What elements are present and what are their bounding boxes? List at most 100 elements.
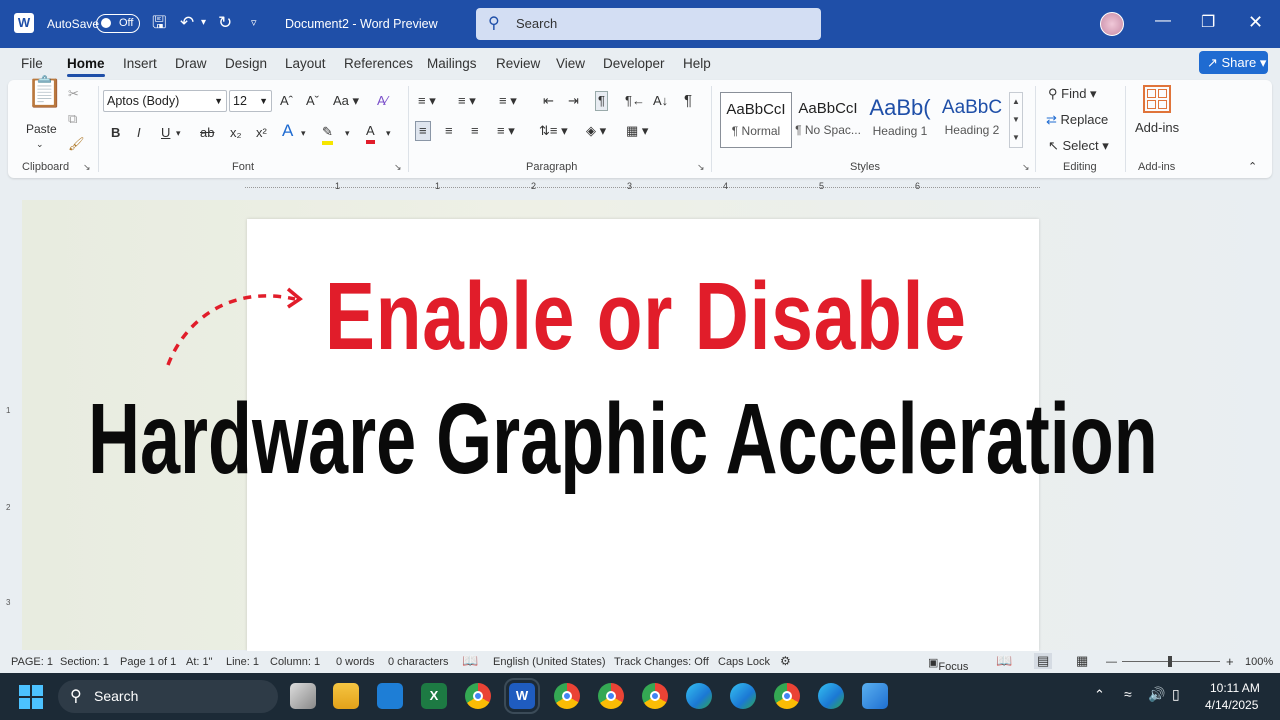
windows-start-icon[interactable] xyxy=(19,685,43,709)
highlight-dropdown-icon[interactable]: ▾ xyxy=(345,124,350,142)
volume-icon[interactable]: 🔊 xyxy=(1148,686,1165,703)
chrome-profile-icon[interactable] xyxy=(554,683,580,709)
add-ins-icon[interactable] xyxy=(1143,85,1171,113)
ltr-text-direction-icon[interactable]: ¶ xyxy=(595,91,608,111)
clear-formatting-icon[interactable]: A∕ xyxy=(377,92,388,110)
decrease-indent-icon[interactable]: ⇤ xyxy=(543,92,554,110)
customize-toolbar-icon[interactable]: ▿ xyxy=(251,12,257,34)
zoom-out-icon[interactable]: — xyxy=(1106,656,1117,668)
user-avatar[interactable] xyxy=(1100,12,1124,36)
bold-icon[interactable]: B xyxy=(111,124,120,142)
underline-dropdown-icon[interactable]: ▾ xyxy=(176,124,181,142)
select-button[interactable]: ↖ Select ▾ xyxy=(1048,137,1109,155)
edge-profile-icon[interactable] xyxy=(730,683,756,709)
clock-date[interactable]: 4/14/2025 xyxy=(1205,698,1258,712)
paste-dropdown-icon[interactable]: ⌄ xyxy=(36,135,44,153)
battery-icon[interactable]: ▯ xyxy=(1172,686,1180,703)
autosave-toggle[interactable]: Off xyxy=(96,14,140,33)
replace-button[interactable]: ⇄ Replace xyxy=(1046,111,1108,129)
taskbar-search[interactable]: ⚲ Search xyxy=(58,680,278,713)
redo-icon[interactable]: ↻ xyxy=(218,12,232,34)
undo-icon[interactable]: ↶ xyxy=(180,12,194,34)
edge-profile-icon[interactable] xyxy=(818,683,844,709)
tab-developer[interactable]: Developer xyxy=(603,56,665,71)
tab-help[interactable]: Help xyxy=(683,56,711,71)
tab-design[interactable]: Design xyxy=(225,56,267,71)
tab-layout[interactable]: Layout xyxy=(285,56,326,71)
copy-icon[interactable]: ⧉ xyxy=(68,110,77,128)
font-color-icon[interactable]: A xyxy=(366,122,375,144)
zoom-level[interactable]: 100% xyxy=(1245,656,1273,668)
bullets-icon[interactable]: ≡ ▾ xyxy=(418,92,436,110)
search-input[interactable]: ⚲ Search xyxy=(476,8,821,40)
change-case-button[interactable]: Aa ▾ xyxy=(333,92,359,110)
show-hidden-icons-icon[interactable]: ⌃ xyxy=(1094,687,1105,703)
styles-launcher-icon[interactable]: ↘ xyxy=(1022,162,1030,173)
align-center-icon[interactable]: ≡ xyxy=(445,122,453,140)
tab-file[interactable]: File xyxy=(21,56,43,71)
web-layout-icon[interactable]: ▦ xyxy=(1076,653,1088,669)
align-right-icon[interactable]: ≡ xyxy=(471,122,479,140)
task-view-icon[interactable] xyxy=(290,683,316,709)
edge-icon[interactable] xyxy=(686,683,712,709)
save-icon[interactable]: 🖫 xyxy=(152,12,166,34)
minimize-icon[interactable]: — xyxy=(1155,12,1171,30)
underline-icon[interactable]: U xyxy=(161,124,170,142)
accessibility-icon[interactable]: ⚙ xyxy=(780,654,791,668)
justify-icon[interactable]: ≡ ▾ xyxy=(497,122,515,140)
status-section[interactable]: Section: 1 xyxy=(60,656,109,668)
wifi-icon[interactable]: ≈ xyxy=(1124,686,1132,702)
format-painter-icon[interactable]: 🖌 xyxy=(68,135,85,153)
font-name-select[interactable]: Aptos (Body) ▼ xyxy=(103,90,227,112)
chrome-profile-icon[interactable] xyxy=(642,683,668,709)
style-heading-1[interactable]: AaBb( Heading 1 xyxy=(864,92,936,148)
paragraph-launcher-icon[interactable]: ↘ xyxy=(697,162,705,173)
subscript-icon[interactable]: x₂ xyxy=(230,124,242,142)
tab-home[interactable]: Home xyxy=(67,56,105,77)
tab-draw[interactable]: Draw xyxy=(175,56,207,71)
zoom-slider-thumb[interactable] xyxy=(1168,656,1172,667)
tab-review[interactable]: Review xyxy=(496,56,540,71)
add-ins-button[interactable]: Add-ins xyxy=(1135,119,1179,137)
notepad-icon[interactable] xyxy=(377,683,403,709)
status-track-changes[interactable]: Track Changes: Off xyxy=(614,656,709,668)
text-effects-dropdown-icon[interactable]: ▾ xyxy=(301,124,306,142)
sort-icon[interactable]: A↓ xyxy=(653,92,668,110)
status-line[interactable]: Line: 1 xyxy=(226,656,259,668)
highlight-icon[interactable]: ✎ xyxy=(322,123,333,145)
status-words[interactable]: 0 words xyxy=(336,656,375,668)
tab-insert[interactable]: Insert xyxy=(123,56,157,71)
shrink-font-icon[interactable]: Aˇ xyxy=(306,92,319,110)
chrome-icon[interactable] xyxy=(465,683,491,709)
font-launcher-icon[interactable]: ↘ xyxy=(394,162,402,173)
strikethrough-icon[interactable]: ab xyxy=(200,124,214,142)
style-heading-2[interactable]: AaBbC Heading 2 xyxy=(936,92,1008,148)
tab-references[interactable]: References xyxy=(344,56,413,71)
multilevel-list-icon[interactable]: ≡ ▾ xyxy=(499,92,517,110)
show-formatting-marks-icon[interactable]: ¶ xyxy=(684,92,692,110)
undo-dropdown-icon[interactable]: ▾ xyxy=(201,12,206,34)
close-icon[interactable]: ✕ xyxy=(1248,12,1263,33)
chrome-profile-icon[interactable] xyxy=(774,683,800,709)
share-button[interactable]: ↗ Share ▾ xyxy=(1199,51,1268,74)
print-layout-icon[interactable]: ▤ xyxy=(1034,653,1053,669)
read-mode-icon[interactable]: 📖 xyxy=(996,653,1012,669)
status-characters[interactable]: 0 characters xyxy=(388,656,449,668)
rtl-text-direction-icon[interactable]: ¶← xyxy=(625,92,645,110)
tab-mailings[interactable]: Mailings xyxy=(427,56,477,71)
paste-icon[interactable]: 📋 xyxy=(26,78,63,108)
style-no-spacing[interactable]: AaBbCcI ¶ No Spac... xyxy=(792,92,864,148)
cut-icon[interactable]: ✂ xyxy=(68,85,79,103)
shading-icon[interactable]: ◈ ▾ xyxy=(586,122,606,140)
style-normal[interactable]: AaBbCcI ¶ Normal xyxy=(720,92,792,148)
numbering-icon[interactable]: ≡ ▾ xyxy=(458,92,476,110)
clipboard-launcher-icon[interactable]: ↘ xyxy=(83,162,91,173)
font-size-select[interactable]: 12 ▼ xyxy=(229,90,272,112)
clock-time[interactable]: 10:11 AM xyxy=(1210,681,1260,695)
align-left-icon[interactable]: ≡ xyxy=(415,121,431,141)
collapse-ribbon-icon[interactable]: ⌃ xyxy=(1248,158,1257,176)
file-explorer-icon[interactable] xyxy=(333,683,359,709)
find-button[interactable]: ⚲ Find ▾ xyxy=(1048,85,1097,103)
word-icon[interactable]: W xyxy=(504,678,540,714)
line-spacing-icon[interactable]: ⇅≡ ▾ xyxy=(539,122,568,140)
